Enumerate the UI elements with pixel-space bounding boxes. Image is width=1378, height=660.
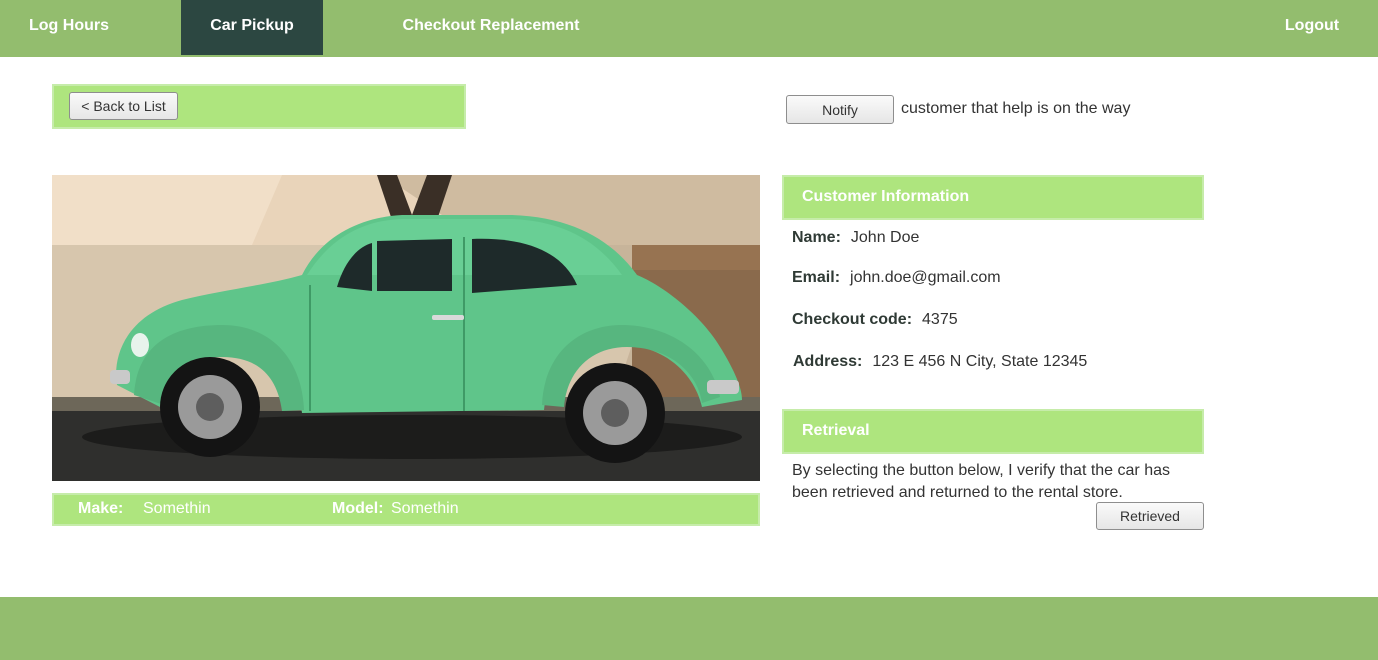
model-label: Model:	[332, 500, 384, 517]
nav-checkout-replacement[interactable]: Checkout Replacement	[376, 0, 606, 55]
nav-log-hours[interactable]: Log Hours	[0, 0, 138, 55]
address-label: Address:	[793, 353, 863, 370]
notify-text: customer that help is on the way	[901, 100, 1131, 117]
retrieval-header: Retrieval	[782, 409, 1204, 454]
nav-car-pickup[interactable]: Car Pickup	[181, 0, 323, 55]
make-label: Make:	[78, 500, 124, 517]
checkout-code-value: 4375	[922, 311, 958, 328]
back-to-list-button[interactable]: < Back to List	[69, 92, 178, 120]
retrieval-text: By selecting the button below, I verify …	[792, 462, 1170, 501]
name-value: John Doe	[850, 229, 920, 246]
customer-info-header: Customer Information	[782, 175, 1204, 220]
back-panel: < Back to List	[52, 84, 466, 129]
email-label: Email:	[792, 269, 841, 286]
notify-button[interactable]: Notify	[786, 95, 894, 124]
email-value: john.doe@gmail.com	[850, 269, 1001, 286]
name-label: Name:	[792, 229, 841, 246]
retrieved-button[interactable]: Retrieved	[1096, 502, 1204, 530]
make-model-bar: Make: Somethin Model: Somethin	[52, 493, 760, 526]
address-value: 123 E 456 N City, State 12345	[872, 353, 1088, 370]
customer-address-row: Address: 123 E 456 N City, State 12345	[793, 353, 1087, 371]
model-value: Somethin	[391, 500, 459, 517]
customer-email-row: Email: john.doe@gmail.com	[792, 269, 1001, 287]
car-photo	[52, 175, 760, 481]
customer-name-row: Name: John Doe	[792, 229, 919, 247]
nav-logout[interactable]: Logout	[1262, 0, 1362, 55]
footer	[0, 597, 1378, 660]
checkout-code-label: Checkout code:	[792, 311, 913, 328]
top-nav: Log Hours Car Pickup Checkout Replacemen…	[0, 0, 1378, 57]
customer-code-row: Checkout code: 4375	[792, 311, 958, 329]
make-value: Somethin	[143, 500, 211, 517]
